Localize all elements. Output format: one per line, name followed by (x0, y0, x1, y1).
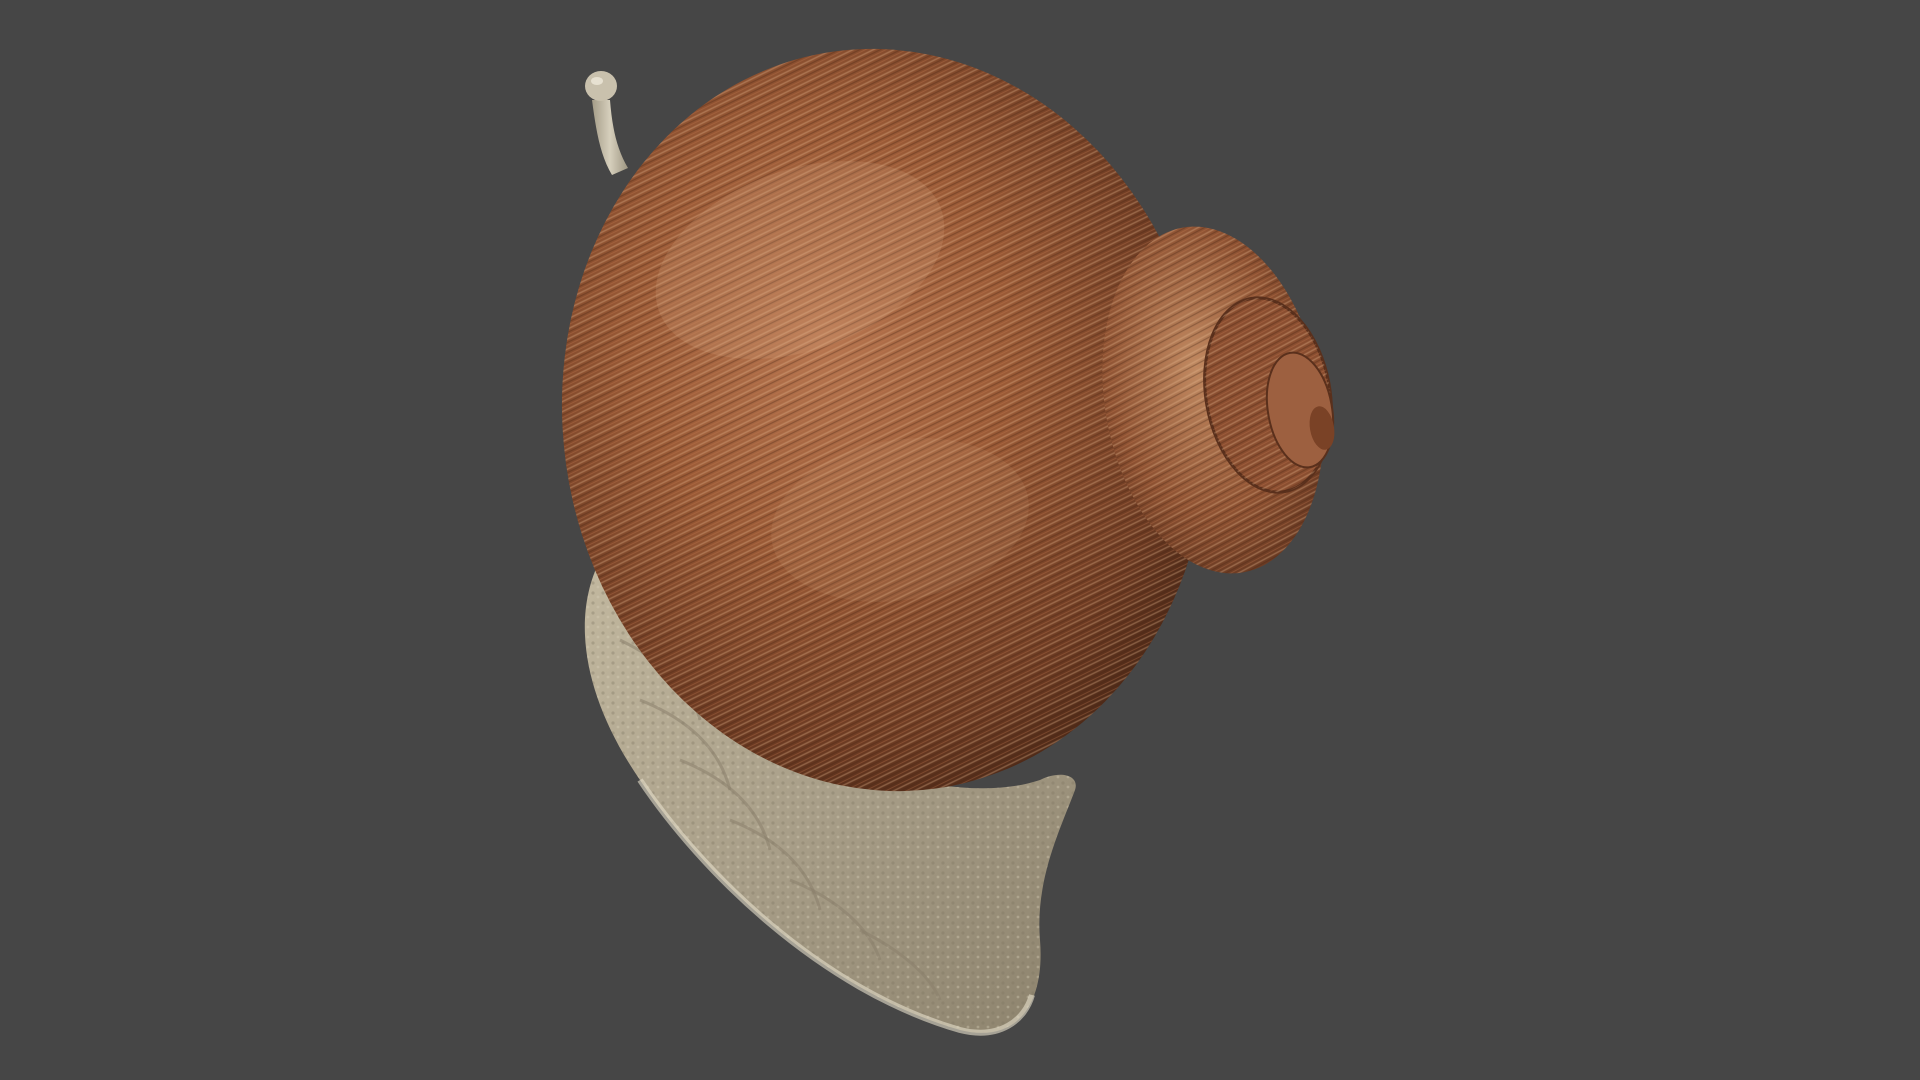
render-viewport (0, 0, 1920, 1080)
snail-render (561, 48, 1335, 1036)
snail-tentacle (585, 71, 628, 175)
